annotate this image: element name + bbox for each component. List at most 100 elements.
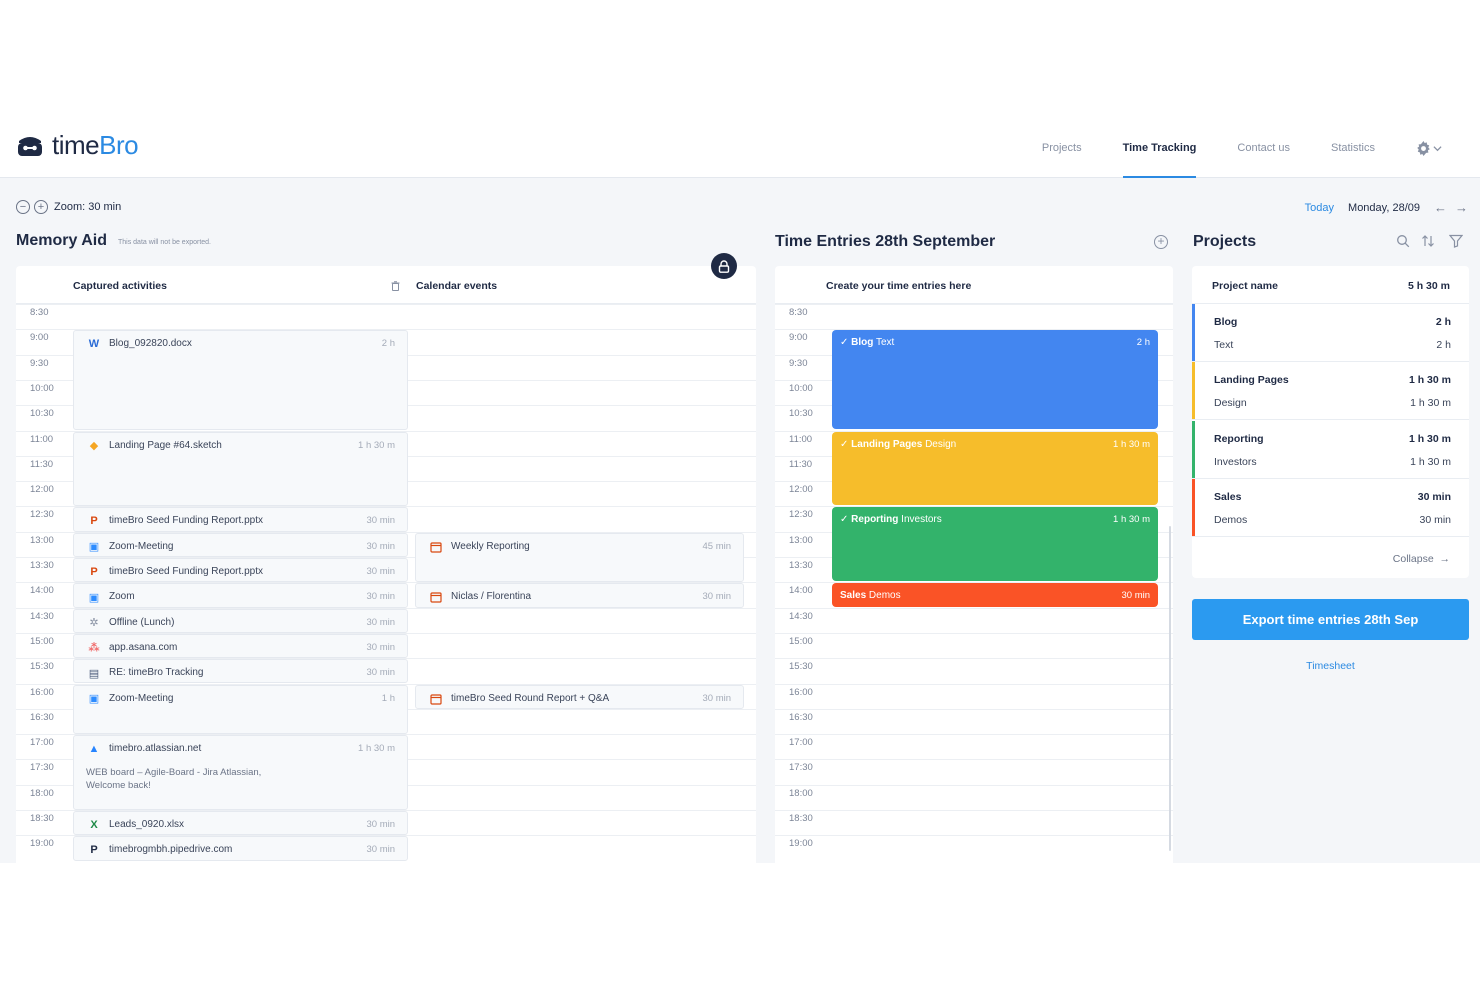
activity-duration: 30 min — [366, 540, 395, 552]
collapse-button[interactable]: Collapse → — [1393, 553, 1450, 565]
nav-statistics[interactable]: Statistics — [1331, 118, 1375, 178]
calendar-event[interactable]: Niclas / Florentina 30 min — [415, 583, 744, 608]
captured-activity[interactable]: ✲ Offline (Lunch) 30 min — [73, 608, 408, 633]
time-label: 19:00 — [789, 838, 813, 850]
time-label: 16:30 — [30, 711, 54, 723]
time-entry[interactable]: ✓ Landing Pages Design 1 h 30 m — [832, 431, 1158, 506]
captured-activity[interactable]: ▣ Zoom-Meeting 1 h — [73, 684, 408, 735]
settings-menu[interactable] — [1416, 140, 1442, 156]
nav-projects[interactable]: Projects — [1042, 118, 1082, 178]
captured-activity[interactable]: ▣ Zoom-Meeting 30 min — [73, 532, 408, 557]
time-label: 13:30 — [789, 560, 813, 571]
memory-aid-panel: Captured activities Calendar events 8:30… — [16, 266, 756, 863]
captured-activity[interactable]: ▲ timebro.atlassian.net 1 h 30 m WEB board … — [73, 735, 408, 810]
event-duration: 30 min — [702, 692, 731, 704]
activity-duration: 1 h — [381, 692, 395, 704]
collapse-label: Collapse — [1392, 553, 1434, 565]
entry-duration: 1 h 30 m — [1113, 514, 1150, 526]
top-navbar: timeBro Projects Time Tracking Contact u… — [0, 118, 1480, 178]
zoom-out-button[interactable]: − — [16, 200, 30, 214]
project-color-bar — [1192, 478, 1195, 536]
project-row[interactable]: Sales 30 min Demos 30 min — [1192, 478, 1469, 537]
time-label: 9:00 — [789, 332, 808, 344]
time-entry[interactable]: ✓ Blog Text 2 h — [832, 330, 1158, 430]
time-entry[interactable]: ✓ Reporting Investors 1 h 30 m — [832, 507, 1158, 582]
project-row[interactable]: Blog 2 h Text 2 h — [1192, 304, 1469, 362]
activity-name: timeBro Seed Funding Report.pptx — [109, 566, 263, 577]
activity-duration: 30 min — [366, 515, 395, 527]
date-arrows: ← → — [1434, 200, 1468, 215]
calendar-event[interactable]: Weekly Reporting 45 min — [415, 532, 744, 583]
event-duration: 30 min — [702, 591, 731, 603]
prev-day-arrow-icon[interactable]: ← — [1434, 200, 1447, 215]
time-entry[interactable]: Sales Demos 30 min — [832, 583, 1158, 607]
project-time: 30 min — [1417, 490, 1451, 503]
captured-activity[interactable]: PtimeBro Seed Funding Report.pptx 30 min — [73, 558, 408, 583]
projects-header: Project name 5 h 30 m — [1192, 266, 1469, 304]
lock-button[interactable] — [711, 253, 737, 279]
activity-duration: 30 min — [366, 819, 395, 830]
activity-name: app.asana.com — [109, 641, 178, 653]
time-label: 10:30 — [30, 408, 54, 420]
add-entry-button[interactable]: + — [1154, 235, 1168, 249]
timesheet-link[interactable]: Timesheet — [1192, 660, 1469, 672]
task-name: Text — [1214, 339, 1234, 351]
captured-activity[interactable]: ▣ Zoom 30 min — [73, 583, 408, 608]
captured-activity[interactable]: ⁂ app.asana.com 30 min — [73, 633, 408, 659]
logo[interactable]: timeBro — [16, 130, 139, 161]
captured-activity[interactable]: W Blog_092820.docx 2 h — [73, 330, 408, 431]
entry-task: Investors — [898, 514, 942, 526]
time-label: 11:30 — [30, 458, 54, 470]
entry-task: Demos — [866, 590, 901, 602]
filter-icon[interactable] — [1449, 234, 1463, 248]
captured-activity[interactable]: PtimeBro Seed Funding Report.pptx 30 min — [73, 507, 408, 532]
nav-contact-us[interactable]: Contact us — [1237, 118, 1290, 178]
entry-duration: 1 h 30 m — [1113, 438, 1150, 450]
export-button[interactable]: Export time entries 28th Sep — [1192, 599, 1469, 640]
task-name: Design — [1214, 397, 1247, 410]
today-link[interactable]: Today — [1305, 202, 1334, 214]
captured-activities-header: Captured activities — [73, 280, 167, 292]
activity-name: timebrogmbh.pipedrive.com — [109, 844, 233, 856]
entry-task: Text — [873, 337, 895, 349]
activity-duration: 30 min — [366, 591, 395, 603]
nav-links: Projects Time Tracking Contact us Statis… — [1042, 118, 1480, 178]
entry-project: Sales — [840, 590, 867, 602]
create-entries-hint: Create your time entries here — [826, 280, 972, 292]
time-label: 18:30 — [30, 813, 54, 824]
timeline-gridline — [775, 734, 1173, 736]
trash-icon[interactable] — [391, 281, 400, 291]
entry-label: ✓ Reporting Investors — [840, 514, 942, 525]
mail-icon: ▤ — [88, 667, 100, 680]
time-entries-panel: Create your time entries here 8:30 9:00 9:… — [775, 266, 1173, 863]
nav-time-tracking[interactable]: Time Tracking — [1122, 118, 1196, 178]
timebro-app: timeBro Projects Time Tracking Contact u… — [0, 118, 1480, 863]
entry-task: Design — [922, 438, 957, 450]
time-label: 13:30 — [30, 560, 54, 571]
sort-icon[interactable] — [1421, 234, 1435, 248]
calendar-event[interactable]: timeBro Seed Round Report + Q&A 30 min — [415, 684, 744, 709]
entry-label: ✓ Blog Text — [840, 337, 894, 348]
timeline-gridline — [775, 683, 1173, 685]
captured-activity[interactable]: ◆ Landing Page #64.sketch 1 h 30 m — [73, 431, 408, 507]
next-day-arrow-icon[interactable]: → — [1455, 200, 1468, 215]
project-row[interactable]: Landing Pages 1 h 30 m Design 1 h 30 m — [1192, 362, 1469, 421]
project-total-time: 5 h 30 m — [1407, 280, 1450, 292]
entry-label: ✓ Landing Pages Design — [840, 439, 956, 450]
activity-duration: 30 min — [366, 566, 395, 577]
export-note: This data will not be exported. — [118, 239, 211, 246]
activity-details: WEB board – Agile-Board - Jira Atlassian… — [86, 767, 262, 792]
search-icon[interactable] — [1396, 234, 1410, 248]
timeline-gridline — [775, 708, 1173, 710]
captured-activity[interactable]: Ptimebrogmbh.pipedrive.com 30 min — [73, 836, 408, 861]
time-label: 13:00 — [30, 534, 54, 546]
timeline-scrollbar[interactable] — [1169, 526, 1171, 851]
zoom-in-button[interactable]: + — [34, 200, 48, 214]
zoom-icon: ▣ — [88, 591, 100, 604]
calendar-icon — [428, 539, 444, 555]
captured-activity[interactable]: ▤ RE: timeBro Tracking 30 min — [73, 659, 408, 684]
offline-icon: ✲ — [89, 617, 99, 630]
time-label: 12:00 — [789, 484, 813, 496]
project-row[interactable]: Reporting 1 h 30 m Investors 1 h 30 m — [1192, 420, 1469, 479]
captured-activity[interactable]: X Leads_0920.xlsx 30 min — [73, 811, 408, 836]
